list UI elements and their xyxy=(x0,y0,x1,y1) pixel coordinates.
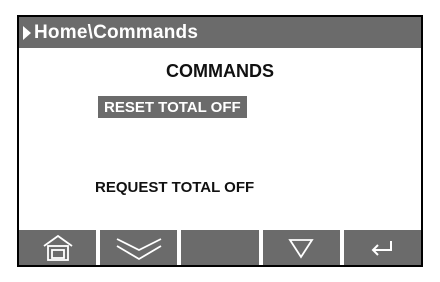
softkey-down[interactable] xyxy=(262,230,340,265)
double-chevron-down-icon xyxy=(116,237,162,260)
home-icon xyxy=(43,234,73,261)
breadcrumb-arrow-icon xyxy=(23,25,31,40)
enter-icon xyxy=(371,240,393,256)
page-title: COMMANDS xyxy=(166,61,274,81)
softkey-home[interactable] xyxy=(19,230,97,265)
device-screen: Home\Commands COMMANDS RESET TOTAL OFF R… xyxy=(0,0,440,282)
softkey-page-down[interactable] xyxy=(100,230,178,265)
menu-item-request-total-off[interactable]: REQUEST TOTAL OFF xyxy=(95,179,254,196)
title-bar: Home\Commands xyxy=(19,17,421,48)
softkey-bar xyxy=(19,230,421,265)
softkey-blank[interactable] xyxy=(181,230,259,265)
down-triangle-icon xyxy=(288,238,314,259)
softkey-enter[interactable] xyxy=(343,230,421,265)
display-frame: Home\Commands COMMANDS RESET TOTAL OFF R… xyxy=(17,15,423,267)
menu-item-reset-total-off[interactable]: RESET TOTAL OFF xyxy=(98,96,247,118)
breadcrumb: Home\Commands xyxy=(34,21,199,43)
